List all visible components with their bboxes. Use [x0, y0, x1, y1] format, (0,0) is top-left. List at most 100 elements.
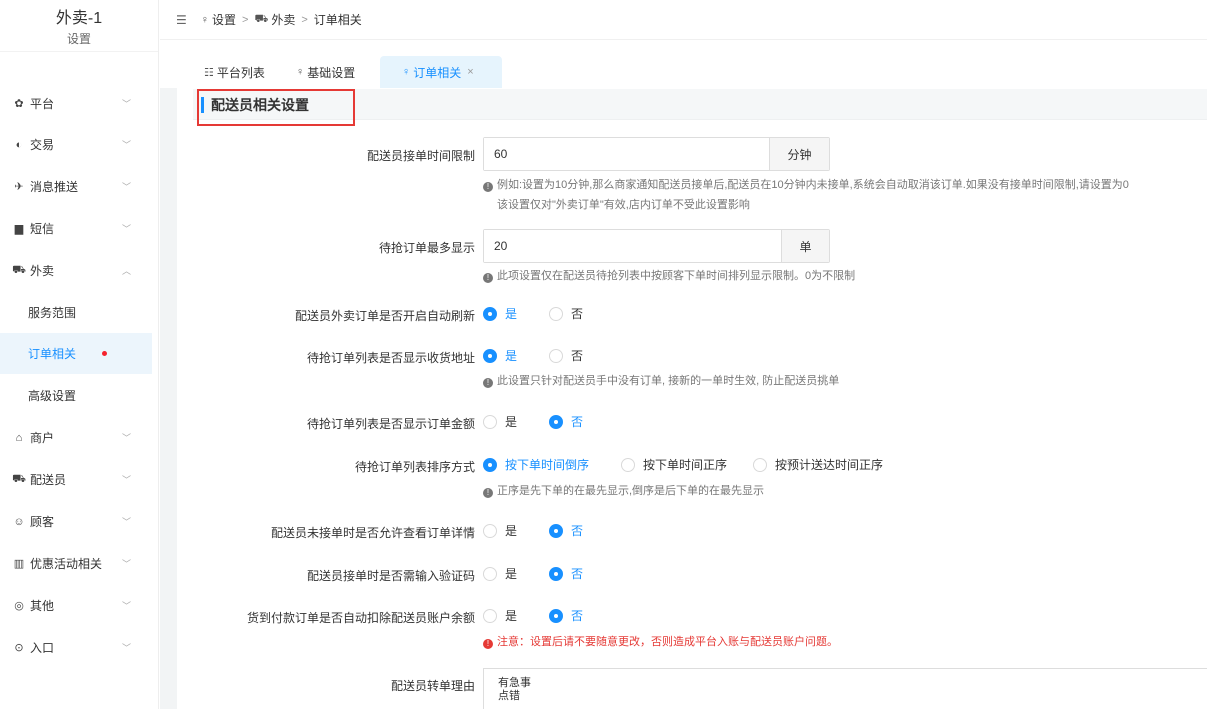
help-text: ! 此设置只针对配送员手中没有订单, 接新的一单时生效, 防止配送员挑单	[483, 371, 839, 391]
radio-no[interactable]: 否	[549, 347, 583, 364]
sidebar-item-delivery[interactable]: ⛟ 外卖 ︿	[0, 250, 152, 291]
radio-group: 按下单时间倒序 按下单时间正序 按预计送达时间正序	[483, 456, 905, 473]
breadcrumb-label: 订单相关	[313, 13, 362, 27]
sidebar-item-merchant[interactable]: ⌂ 商户 ﹀	[0, 417, 152, 458]
settings-icon: ♀	[296, 66, 305, 78]
field-label: 待抢订单列表排序方式	[354, 460, 475, 474]
field-label: 待抢订单列表是否显示收货地址	[306, 351, 475, 365]
rider-icon: ⛟	[12, 472, 26, 485]
radio-label: 按预计送达时间正序	[775, 458, 884, 472]
sidebar-item-label: 服务范围	[28, 306, 77, 320]
sidebar-item-platform[interactable]: ✿ 平台 ﹀	[0, 83, 152, 124]
chevron-down-icon: ﹀	[122, 224, 132, 234]
warning-text: ! 注意：设置后请不要随意更改，否则造成平台入账与配送员账户问题。	[483, 632, 838, 652]
breadcrumb-item-current: 订单相关	[314, 11, 362, 28]
sidebar-item-customer[interactable]: ☺ 顾客 ﹀	[0, 501, 152, 542]
chevron-down-icon: ﹀	[122, 433, 132, 443]
radio-option-desc[interactable]: 按下单时间倒序	[483, 456, 589, 473]
breadcrumb-item-settings[interactable]: ♀ 设置	[201, 11, 236, 28]
field-label: 配送员未接单时是否允许查看订单详情	[270, 526, 475, 540]
accept-time-input[interactable]	[484, 138, 769, 170]
menu-toggle-icon[interactable]: ☰	[176, 13, 187, 27]
field-accept-time-limit: 配送员接单时间限制 分钟 ! 例如:设置为10分钟,那么商家通知配送员接单后,配送…	[200, 137, 1207, 217]
radio-group: 是 否	[483, 347, 605, 364]
sidebar-item-order-related[interactable]: 订单相关	[0, 333, 152, 374]
warning-line: 注意：设置后请不要随意更改，否则造成平台入账与配送员账户问题。	[497, 636, 838, 648]
field-view-detail: 配送员未接单时是否允许查看订单详情 是 否	[200, 522, 1207, 542]
field-verify-code: 配送员接单时是否需输入验证码 是 否	[200, 565, 1207, 585]
notification-dot	[102, 351, 107, 356]
sidebar-item-label: 订单相关	[28, 347, 77, 361]
field-cod-deduct: 货到付款订单是否自动扣除配送员账户余额 是 否 ! 注意：设置后请不要随意更改，否…	[200, 607, 1207, 657]
transfer-reason-textarea[interactable]: 有急事 点错	[483, 668, 1207, 709]
sidebar-item-label: 优惠活动相关	[30, 557, 103, 571]
field-auto-refresh: 配送员外卖订单是否开启自动刷新 是 否	[200, 305, 1207, 325]
help-line: 此项设置仅在配送员待抢列表中按顾客下单时间排列显示限制。0为不限制	[497, 270, 856, 282]
radio-yes[interactable]: 是	[483, 522, 517, 539]
radio-label: 是	[505, 307, 518, 321]
radio-label: 否	[571, 524, 584, 538]
radio-yes[interactable]: 是	[483, 565, 517, 582]
radio-no[interactable]: 否	[549, 413, 583, 430]
tab-label: 平台列表	[216, 65, 265, 80]
sidebar-item-rider[interactable]: ⛟ 配送员 ﹀	[0, 459, 152, 500]
field-label: 货到付款订单是否自动扣除配送员账户余额	[246, 611, 475, 625]
sidebar-item-trade[interactable]: ◐ 交易 ﹀	[0, 124, 152, 165]
radio-group: 是 否	[483, 522, 605, 539]
radio-yes[interactable]: 是	[483, 305, 517, 322]
sidebar-item-label: 配送员	[30, 473, 67, 487]
sidebar-item-promotions[interactable]: ▥ 优惠活动相关 ﹀	[0, 543, 152, 584]
info-icon: !	[483, 273, 493, 283]
radio-yes[interactable]: 是	[483, 607, 517, 624]
sidebar-item-service-area[interactable]: 服务范围	[0, 292, 152, 333]
sidebar-item-label: 消息推送	[30, 180, 79, 194]
help-line: 正序是先下单的在最先显示,倒序是后下单的在最先显示	[497, 485, 765, 497]
radio-option-eta[interactable]: 按预计送达时间正序	[753, 456, 883, 473]
max-display-input[interactable]	[484, 230, 781, 262]
tab-order-related[interactable]: ♀ 订单相关 ×	[380, 56, 502, 88]
sidebar-item-push[interactable]: ✈ 消息推送 ﹀	[0, 166, 152, 207]
chevron-down-icon: ﹀	[122, 517, 132, 527]
sidebar-item-label: 短信	[30, 222, 55, 236]
tab-basic-settings[interactable]: ♀ 基础设置	[284, 56, 367, 88]
breadcrumb: ☰ ♀ 设置 > ⛟ 外卖 > 订单相关	[160, 0, 1207, 40]
tab-bar: ☷ 平台列表 ♀ 基础设置 ♀ 订单相关 ×	[160, 50, 1207, 88]
sidebar-item-entry[interactable]: ⊙ 入口 ﹀	[0, 627, 152, 668]
tab-label: 基础设置	[307, 65, 356, 80]
radio-no[interactable]: 否	[549, 522, 583, 539]
radio-group: 是 否	[483, 607, 605, 624]
app-subtitle: 设置	[66, 32, 91, 46]
settings-icon: ♀	[200, 13, 210, 26]
radio-option-asc[interactable]: 按下单时间正序	[621, 456, 727, 473]
warning-icon: !	[483, 639, 493, 649]
sidebar-item-label: 高级设置	[28, 389, 77, 403]
field-label: 配送员外卖订单是否开启自动刷新	[294, 309, 475, 323]
help-text: 该设置仅对"外卖订单"有效,店内订单不受此设置影响	[497, 199, 750, 211]
breadcrumb-item-delivery[interactable]: ⛟ 外卖	[254, 11, 295, 28]
radio-no[interactable]: 否	[549, 565, 583, 582]
help-line: 此设置只针对配送员手中没有订单, 接新的一单时生效, 防止配送员挑单	[497, 375, 840, 387]
sidebar-item-sms[interactable]: ▆ 短信 ﹀	[0, 208, 152, 249]
radio-yes[interactable]: 是	[483, 347, 517, 364]
unit-addon: 分钟	[769, 138, 829, 170]
delivery-icon: ⛟	[12, 263, 26, 276]
sms-icon: ▆	[14, 223, 24, 235]
breadcrumb-label: 外卖	[271, 13, 296, 27]
chevron-down-icon: ﹀	[122, 475, 132, 485]
radio-no[interactable]: 否	[549, 607, 583, 624]
info-icon: !	[483, 182, 493, 192]
accept-time-input-group: 分钟	[483, 137, 830, 171]
info-icon: !	[483, 378, 493, 388]
exchange-icon: ◐	[15, 138, 23, 151]
radio-label: 是	[505, 524, 518, 538]
tab-platform-list[interactable]: ☷ 平台列表	[192, 56, 277, 88]
delivery-icon: ⛟	[254, 12, 269, 25]
radio-yes[interactable]: 是	[483, 413, 517, 430]
breadcrumb-separator: >	[301, 13, 308, 26]
chevron-down-icon: ﹀	[122, 643, 132, 653]
close-icon[interactable]: ×	[467, 66, 473, 78]
radio-no[interactable]: 否	[549, 305, 583, 322]
radio-label: 按下单时间正序	[643, 458, 728, 472]
sidebar-item-advanced[interactable]: 高级设置	[0, 375, 152, 416]
field-label: 待抢订单最多显示	[378, 241, 475, 255]
